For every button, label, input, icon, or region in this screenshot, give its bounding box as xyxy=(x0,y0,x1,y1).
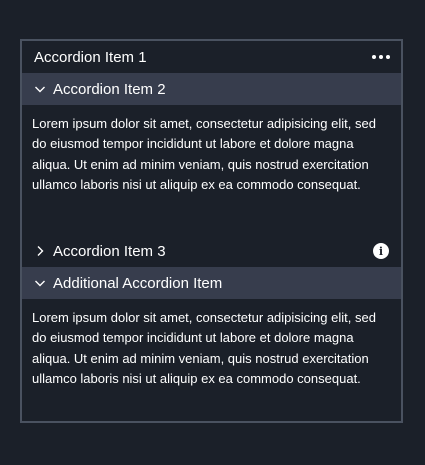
chevron-down-icon xyxy=(34,83,46,95)
info-icon[interactable]: i xyxy=(373,243,389,259)
chevron-down-icon xyxy=(34,277,46,289)
accordion-item-2-content: Lorem ipsum dolor sit amet, consectetur … xyxy=(32,116,376,193)
panel-header: Accordion Item 1 xyxy=(22,41,401,73)
accordion-item-2-header[interactable]: Accordion Item 2 xyxy=(22,73,401,105)
panel-title: Accordion Item 1 xyxy=(34,48,147,66)
additional-accordion-item-header[interactable]: Additional Accordion Item xyxy=(22,267,401,299)
more-horizontal-icon xyxy=(372,55,376,59)
accordion-item-label: Accordion Item 3 xyxy=(53,242,166,260)
chevron-right-icon xyxy=(34,245,46,257)
more-horizontal-icon xyxy=(379,55,383,59)
additional-accordion-item-content: Lorem ipsum dolor sit amet, consectetur … xyxy=(32,310,376,387)
accordion-item-3-header[interactable]: Accordion Item 3 i xyxy=(22,235,401,267)
accordion-item-label: Additional Accordion Item xyxy=(53,274,223,292)
accordion-panel: Accordion Item 1 Accordion Item 2 Lorem … xyxy=(20,39,403,423)
more-horizontal-icon xyxy=(386,55,390,59)
more-options-button[interactable] xyxy=(372,47,390,67)
accordion-item-label: Accordion Item 2 xyxy=(53,80,166,98)
